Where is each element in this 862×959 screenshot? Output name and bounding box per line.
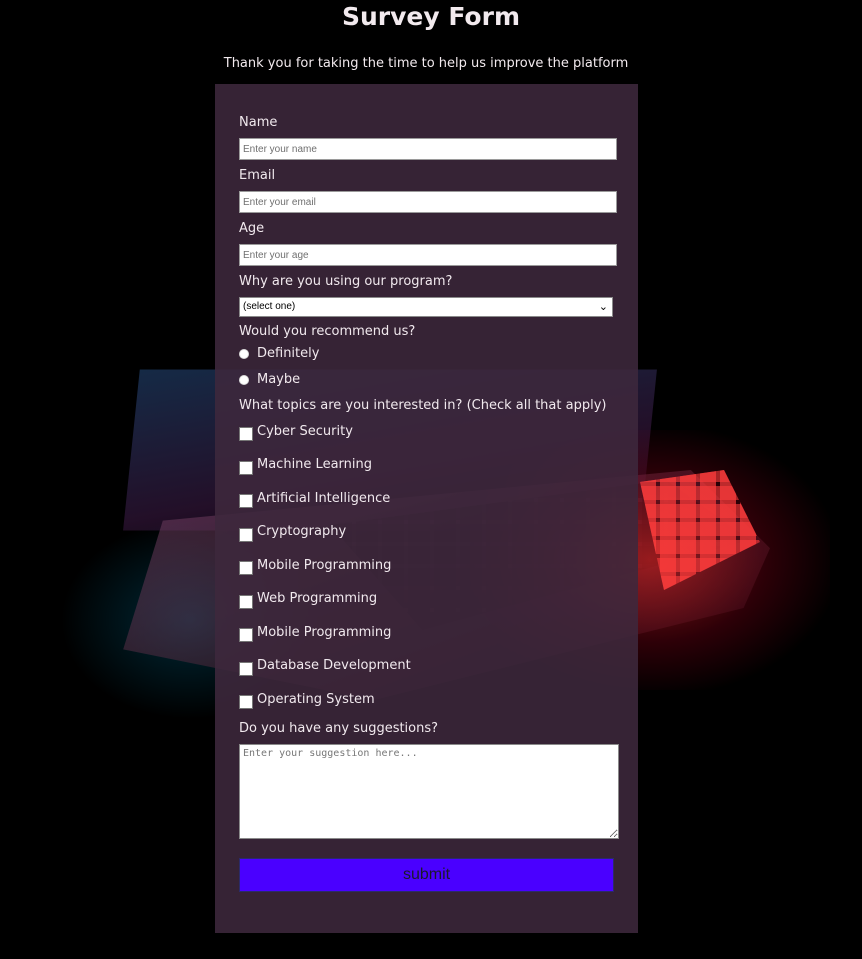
recommend-option-label: Definitely [257, 346, 320, 361]
recommend-radio-maybe[interactable] [239, 375, 249, 385]
topic-checkbox-label: Artificial Intelligence [257, 491, 391, 506]
reason-dropdown[interactable]: (select one) ⌄ [239, 297, 613, 317]
page-title: Survey Form [341, 2, 520, 31]
recommend-radio-definitely[interactable] [239, 349, 249, 359]
survey-form: Name Email Age Why are you using our pro… [215, 84, 638, 933]
age-label: Age [239, 221, 265, 236]
topic-checkbox[interactable] [239, 662, 253, 676]
topic-checkbox-label: Cyber Security [257, 424, 353, 439]
topics-label: What topics are you interested in? (Chec… [239, 398, 607, 413]
topic-checkbox-label: Web Programming [257, 591, 378, 606]
topic-checkbox[interactable] [239, 461, 253, 475]
topic-checkbox-label: Database Development [257, 658, 411, 673]
survey-page: Survey Form Thank you for taking the tim… [0, 0, 862, 959]
topic-checkbox-label: Machine Learning [257, 457, 372, 472]
topic-checkbox[interactable] [239, 427, 253, 441]
page-subtitle: Thank you for taking the time to help us… [223, 56, 629, 71]
email-label: Email [239, 168, 276, 183]
topic-checkbox[interactable] [239, 528, 253, 542]
chevron-down-icon: ⌄ [598, 301, 608, 313]
topic-checkbox-label: Cryptography [257, 524, 347, 539]
topic-checkbox[interactable] [239, 595, 253, 609]
suggestions-label: Do you have any suggestions? [239, 721, 439, 736]
topic-checkbox[interactable] [239, 695, 253, 709]
recommend-label: Would you recommend us? [239, 324, 416, 339]
topic-checkbox[interactable] [239, 494, 253, 508]
submit-button[interactable]: submit [239, 858, 614, 892]
topic-checkbox-label: Operating System [257, 692, 375, 707]
topic-checkbox-label: Mobile Programming [257, 625, 392, 640]
reason-dropdown-value: (select one) [243, 301, 296, 312]
suggestions-textarea[interactable] [239, 744, 619, 839]
topic-checkbox-label: Mobile Programming [257, 558, 392, 573]
age-input[interactable] [239, 244, 617, 266]
name-label: Name [239, 115, 278, 130]
email-input[interactable] [239, 191, 617, 213]
recommend-option-label: Maybe [257, 372, 301, 387]
topic-checkbox[interactable] [239, 561, 253, 575]
name-input[interactable] [239, 138, 617, 160]
topic-checkbox[interactable] [239, 628, 253, 642]
reason-label: Why are you using our program? [239, 274, 453, 289]
